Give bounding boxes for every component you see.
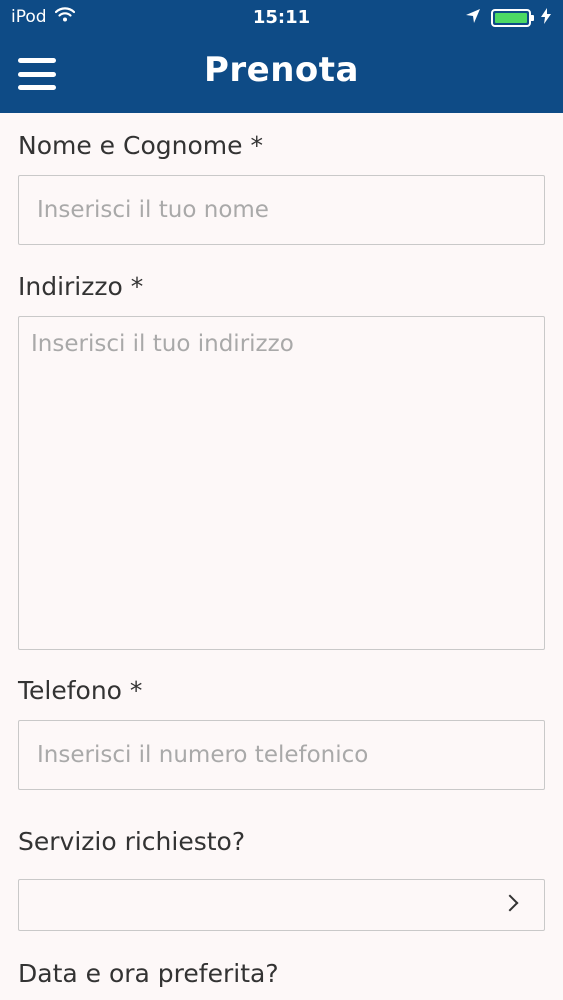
service-label: Servizio richiesto? [18,827,246,856]
battery-level [495,13,527,23]
app-header: iPod 15:11 Prenota [0,0,563,113]
name-label: Nome e Cognome * [18,131,263,160]
address-label: Indirizzo * [18,272,144,301]
name-input[interactable] [18,175,545,245]
status-bar: iPod 15:11 [0,0,563,36]
phone-label: Telefono * [18,676,143,705]
status-right [465,8,551,28]
datetime-label: Data e ora preferita? [18,959,279,988]
location-arrow-icon [465,8,481,28]
service-select[interactable] [18,879,545,931]
chevron-right-icon [501,894,519,912]
phone-input[interactable] [18,720,545,790]
page-title: Prenota [203,50,359,90]
charging-bolt-icon [541,8,551,28]
address-textarea[interactable] [18,316,545,650]
battery-icon [491,9,534,27]
navigation-bar: Prenota [0,36,563,113]
